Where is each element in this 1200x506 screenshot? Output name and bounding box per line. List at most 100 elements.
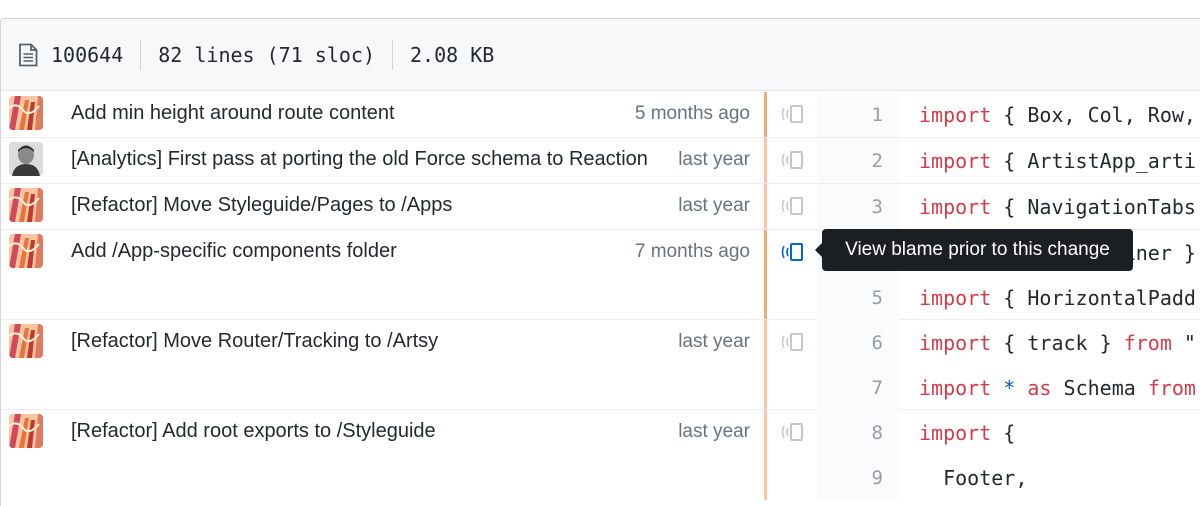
commit-info: [Analytics] First pass at porting the ol… [1,138,767,183]
code-text: { ArtistApp_arti [991,148,1196,173]
file-size: 2.08 KB [410,42,495,67]
code-content: import { ArtistApp_arti [900,149,1196,173]
line-number[interactable]: 7 [817,365,900,410]
blame-hunks: Add min height around route content 5 mon… [1,92,1200,500]
reblame-column [767,320,817,409]
blame-hunk: [Analytics] First pass at porting the ol… [1,138,1200,184]
reblame-column [767,410,817,500]
code-token: import [919,102,992,127]
avatar[interactable] [9,142,43,176]
commit-date: last year [678,421,750,442]
code-content: import { Box, Col, Row, [900,103,1196,127]
commit-date: last year [678,331,750,352]
code-content: import { HorizontalPadd [900,286,1196,310]
code-line: 9 Footer, [817,455,1200,500]
commit-date: last year [678,195,750,216]
commit-message-link[interactable]: [Analytics] First pass at porting the ol… [71,148,651,171]
avatar[interactable] [9,414,43,448]
code-line: 8 import { [817,410,1200,455]
commit-message-link[interactable]: [Refactor] Move Styleguide/Pages to /App… [71,194,651,217]
commit-message-link[interactable]: Add /App-specific components folder [71,240,651,263]
code-content: import * as Schema from [900,376,1196,400]
commit-message-link[interactable]: Add min height around route content [71,102,651,125]
avatar[interactable] [9,324,43,358]
code-text: { HorizontalPadd [991,285,1196,310]
code-line: 2 import { ArtistApp_arti [817,138,1200,183]
code-line: 1 import { Box, Col, Row, [817,92,1200,137]
file-icon [19,43,38,66]
code-lines: 1 import { Box, Col, Row, [817,92,1200,137]
code-content: Footer, [900,466,1027,490]
code-token: as [1027,375,1052,400]
line-number[interactable]: 1 [817,92,900,137]
commit-message-link[interactable]: [Refactor] Add root exports to /Stylegui… [71,420,651,443]
commit-info: [Refactor] Move Router/Tracking to /Arts… [1,320,767,409]
commit-message-link[interactable]: [Refactor] Move Router/Tracking to /Arts… [71,330,651,353]
code-token: from [1123,330,1172,355]
code-token: import [919,375,992,400]
reblame-icon[interactable] [780,104,804,124]
file-mode: 100644 [51,42,124,67]
code-token: import [919,148,992,173]
reblame-icon[interactable] [780,332,804,352]
code-text: Footer, [919,465,1028,490]
code-content: import { track } from " [900,331,1196,355]
reblame-column [767,184,817,229]
reblame-icon[interactable] [780,422,804,442]
line-number[interactable]: 2 [817,138,900,183]
commit-info: [Refactor] Add root exports to /Stylegui… [1,410,767,500]
code-token: import [919,330,992,355]
line-number[interactable]: 8 [817,410,900,455]
code-token: * [1003,375,1016,400]
line-number[interactable]: 3 [817,184,900,229]
code-lines: 6 import { track } from " 7 import * as Sch… [817,320,1200,410]
avatar[interactable] [9,188,43,222]
code-lines: 3 import { NavigationTabs [817,184,1200,229]
code-text: { track } [991,330,1124,355]
commit-info: Add min height around route content 5 mon… [1,92,767,137]
reblame-icon[interactable] [780,242,804,262]
reblame-icon[interactable] [780,150,804,170]
divider [392,39,393,70]
code-line: 5 import { HorizontalPadd [817,275,1200,320]
commit-info: [Refactor] Move Styleguide/Pages to /App… [1,184,767,229]
divider [140,39,142,70]
blame-hunk: [Refactor] Move Styleguide/Pages to /App… [1,184,1200,230]
reblame-icon[interactable] [780,196,804,216]
code-lines: 2 import { ArtistApp_arti [817,138,1200,183]
avatar[interactable] [9,234,43,268]
line-number[interactable]: 6 [817,320,900,365]
file-lines: 82 lines (71 sloc) [158,42,375,67]
line-number[interactable]: 5 [817,275,900,320]
blame-hunk: Add min height around route content 5 mon… [1,92,1200,138]
code-token: import [919,285,992,310]
code-lines: 8 import {9 Footer, [817,410,1200,500]
code-token: import [919,194,992,219]
code-line: 7 import * as Schema from [817,365,1200,410]
commit-date: 5 months ago [634,103,750,124]
code-token: import [919,420,992,445]
code-text: " [1171,330,1196,355]
line-number[interactable]: 9 [817,455,900,500]
blame-hunk: [Refactor] Add root exports to /Stylegui… [1,410,1200,500]
blame-hunk: [Refactor] Move Router/Tracking to /Arts… [1,320,1200,410]
commit-date: 7 months ago [634,241,750,262]
code-content: import { NavigationTabs [900,195,1196,219]
code-text: { Box, Col, Row, [991,102,1196,127]
reblame-column [767,138,817,183]
code-text: { NavigationTabs [991,194,1196,219]
commit-info: Add /App-specific components folder 7 mon… [1,230,767,319]
code-token: from [1147,375,1196,400]
code-content: import { [900,421,1015,445]
reblame-tooltip: View blame prior to this change [815,229,1133,271]
code-line: 3 import { NavigationTabs [817,184,1200,229]
reblame-column [767,92,817,137]
avatar[interactable] [9,96,43,130]
commit-date: last year [678,149,750,170]
reblame-column [767,230,817,319]
code-text: Schema [1051,375,1148,400]
code-line: 6 import { track } from " [817,320,1200,365]
code-text: { [991,420,1016,445]
